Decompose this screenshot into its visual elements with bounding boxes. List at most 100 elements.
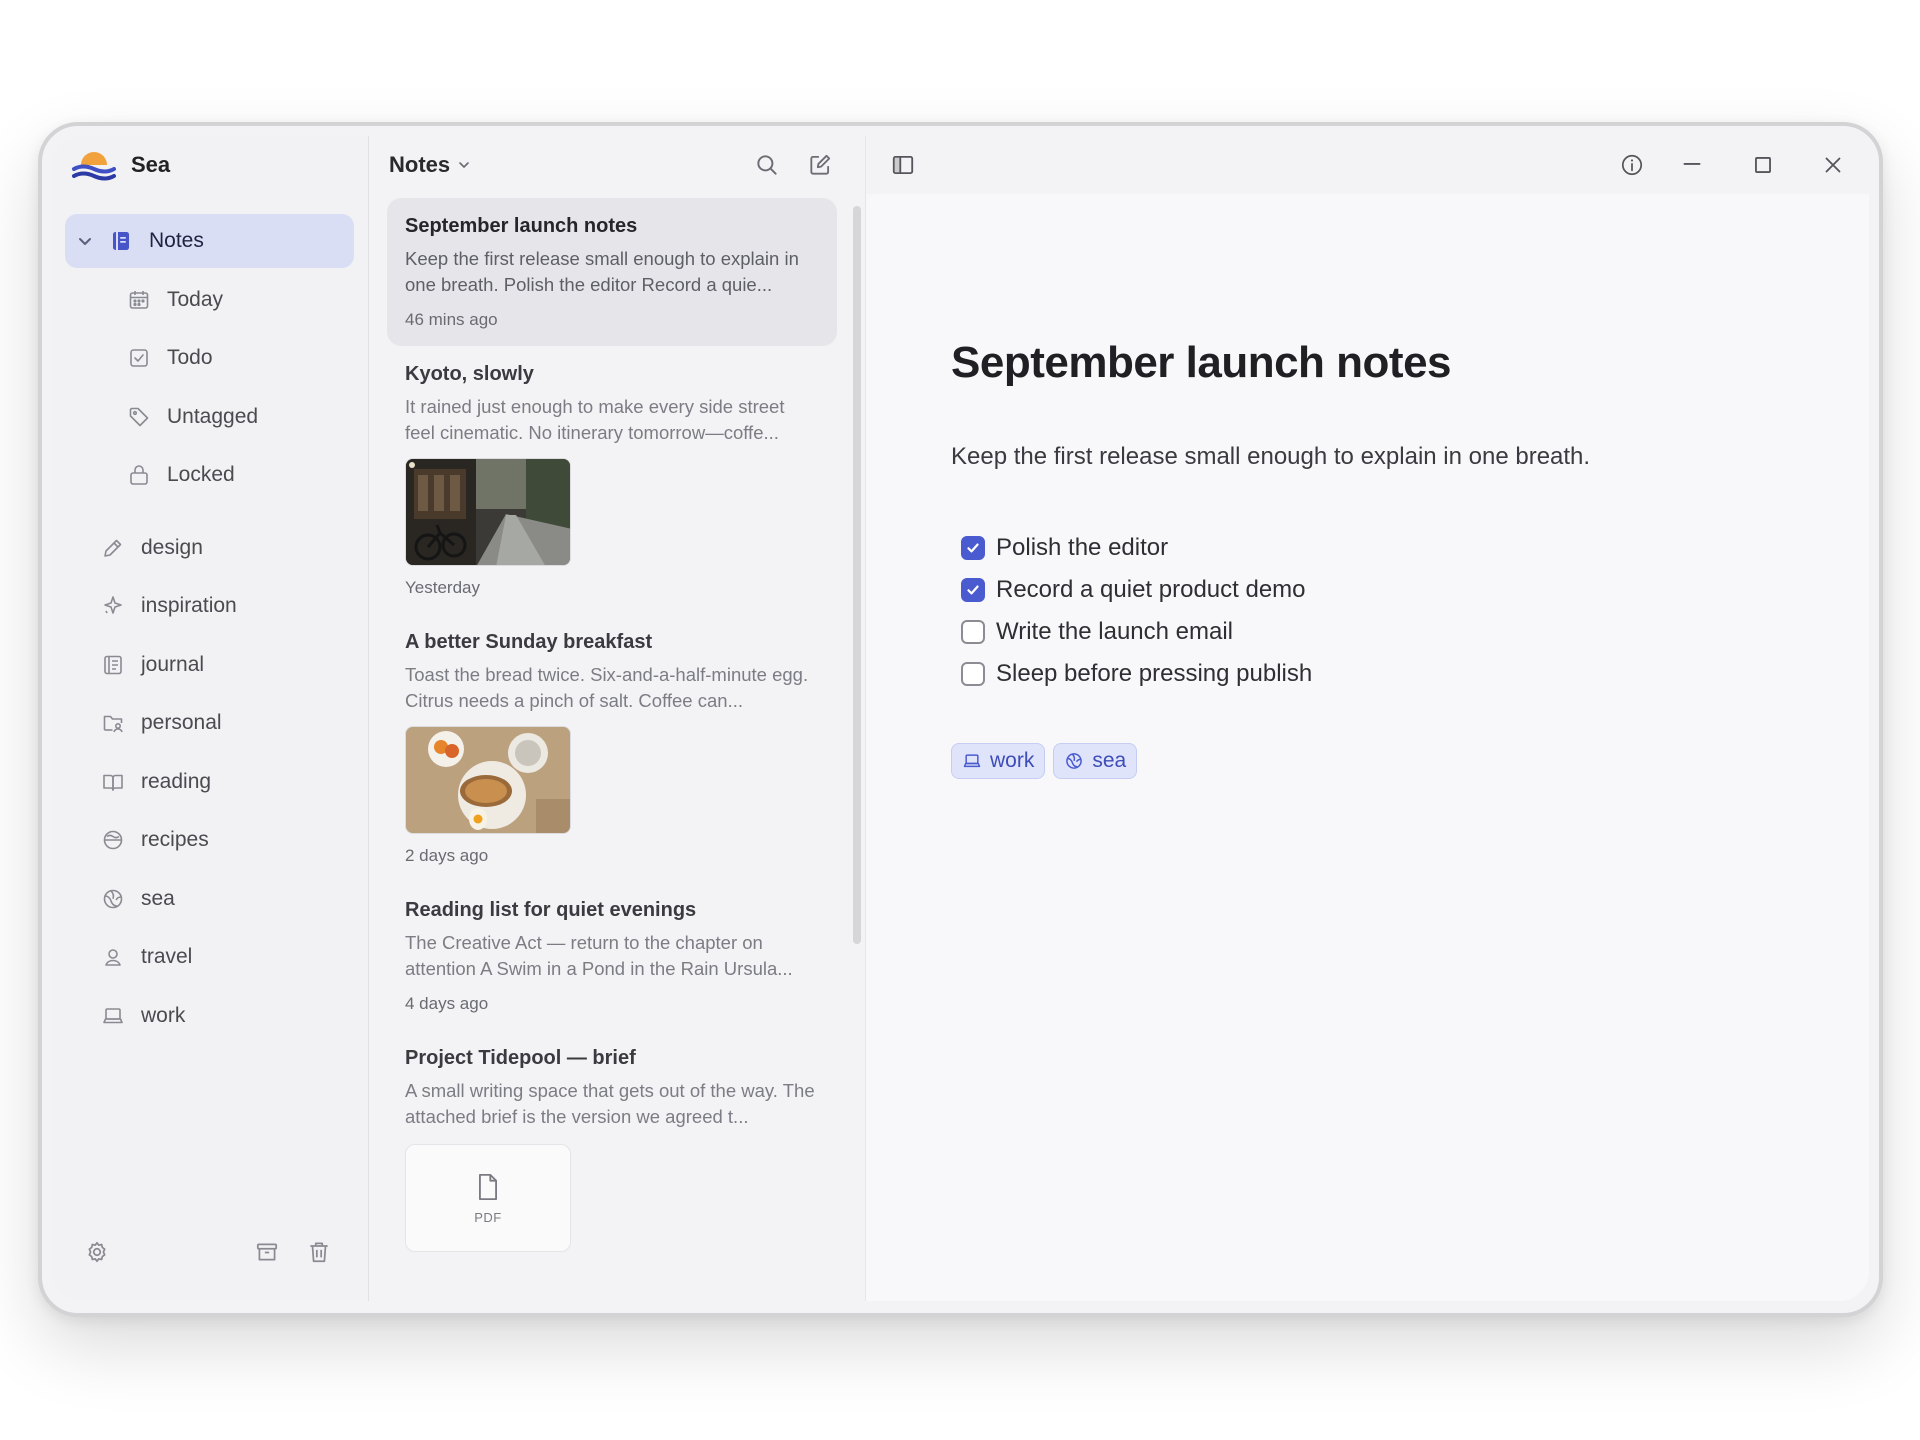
pin-icon	[101, 945, 125, 969]
note-paragraph[interactable]: Keep the first release small enough to e…	[951, 443, 1590, 471]
minimize-icon[interactable]	[1679, 152, 1705, 178]
app-window: Sea Notes Today Todo Untagged Locked des…	[51, 136, 1869, 1301]
sidebar-item-todo[interactable]: Todo	[65, 331, 354, 385]
checklist-item[interactable]: Sleep before pressing publish	[961, 653, 1312, 695]
note-list-item[interactable]: A better Sunday breakfast Toast the brea…	[387, 614, 837, 882]
sidebar-item-label: journal	[141, 652, 205, 676]
sea-logo-icon	[71, 145, 117, 185]
note-list-item[interactable]: September launch notes Keep the first re…	[387, 198, 837, 346]
trash-icon[interactable]	[306, 1239, 332, 1265]
note-snippet: It rained just enough to make every side…	[405, 396, 785, 443]
archive-icon[interactable]	[254, 1239, 280, 1265]
breakfast-photo	[405, 726, 571, 834]
sidebar-item-label: inspiration	[141, 594, 237, 617]
maximize-icon[interactable]	[1750, 152, 1776, 178]
book-icon	[101, 770, 125, 794]
note-list-panel: Notes September launch notes Keep the fi…	[369, 136, 866, 1301]
editor-body[interactable]: September launch notes Keep the first re…	[866, 194, 1869, 1301]
close-icon[interactable]	[1820, 152, 1846, 178]
toggle-sidebar-icon[interactable]	[890, 152, 916, 178]
checklist-item[interactable]: Write the launch email	[961, 611, 1312, 653]
checklist-item-label: Write the launch email	[996, 618, 1233, 645]
checklist-item[interactable]: Polish the editor	[961, 527, 1312, 569]
sidebar-item-label: sea	[141, 886, 175, 910]
sidebar-item-recipes[interactable]: recipes	[65, 813, 354, 867]
checkbox-checked[interactable]	[961, 578, 985, 602]
note-list-item[interactable]: Reading list for quiet evenings The Crea…	[387, 882, 837, 1030]
sidebar-item-today[interactable]: Today	[65, 273, 354, 327]
checkbox-checked[interactable]	[961, 536, 985, 560]
note-list-scrollbar[interactable]	[853, 206, 861, 944]
document-icon	[474, 1172, 502, 1202]
checkbox-unchecked[interactable]	[961, 620, 985, 644]
sidebar-item-reading[interactable]: reading	[65, 755, 354, 809]
sidebar-nav: Notes Today Todo Untagged Locked design …	[51, 194, 368, 1043]
note-snippet: A small writing space that gets out of t…	[405, 1080, 815, 1127]
sidebar-item-label: work	[141, 1003, 186, 1027]
app-name: Sea	[131, 152, 171, 177]
info-icon[interactable]	[1619, 152, 1645, 178]
sidebar-item-notes[interactable]: Notes	[65, 214, 354, 268]
globe-icon	[101, 887, 125, 911]
list-header: Notes	[369, 136, 865, 194]
pdf-attachment[interactable]: PDF	[405, 1144, 571, 1252]
note-time: Yesterday	[405, 578, 480, 597]
sidebar-item-sea[interactable]: sea	[65, 872, 354, 926]
sidebar-item-journal[interactable]: journal	[65, 638, 354, 692]
bowl-icon	[101, 828, 125, 852]
laptop-icon	[962, 751, 982, 771]
note-list-item[interactable]: Kyoto, slowly It rained just enough to m…	[387, 346, 837, 614]
sidebar-item-travel[interactable]: travel	[65, 930, 354, 984]
journal-icon	[101, 653, 125, 677]
note-title: Kyoto, slowly	[405, 363, 534, 385]
sidebar-item-inspiration[interactable]: inspiration	[65, 579, 354, 633]
sparkle-icon	[101, 594, 125, 618]
sidebar-item-label: Today	[167, 287, 224, 311]
editor-panel: September launch notes Keep the first re…	[866, 136, 1869, 1301]
checklist-item-label: Sleep before pressing publish	[996, 660, 1313, 687]
checkbox-unchecked[interactable]	[961, 662, 985, 686]
note-title: A better Sunday breakfast	[405, 631, 653, 653]
new-note-icon[interactable]	[807, 152, 833, 178]
editor-toolbar	[866, 136, 1869, 194]
note-snippet: The Creative Act — return to the chapter…	[405, 932, 793, 979]
sidebar-item-label: personal	[141, 711, 222, 734]
lock-icon	[127, 463, 151, 487]
calendar-icon	[127, 288, 151, 312]
sidebar-item-label: Notes	[149, 229, 204, 252]
list-title[interactable]: Notes	[389, 152, 450, 178]
sidebar: Sea Notes Today Todo Untagged Locked des…	[51, 136, 369, 1301]
sidebar-item-label: Untagged	[167, 404, 259, 428]
sidebar-item-work[interactable]: work	[65, 989, 354, 1043]
note-time: 2 days ago	[405, 846, 489, 865]
sidebar-item-untagged[interactable]: Untagged	[65, 390, 354, 444]
kyoto-street-photo	[405, 458, 571, 566]
sidebar-item-label: Todo	[167, 346, 213, 369]
checklist-item-label: Record a quiet product demo	[996, 576, 1306, 603]
sidebar-item-label: design	[141, 535, 203, 559]
chevron-down-icon[interactable]	[456, 157, 472, 173]
sidebar-footer	[51, 1239, 368, 1269]
note-list-item[interactable]: Project Tidepool — brief A small writing…	[387, 1030, 837, 1268]
sidebar-item-design[interactable]: design	[65, 521, 354, 575]
search-icon[interactable]	[754, 152, 780, 178]
note-snippet: Keep the first release small enough to e…	[405, 248, 799, 295]
note-title: Reading list for quiet evenings	[405, 899, 697, 921]
sidebar-item-locked[interactable]: Locked	[65, 448, 354, 502]
folder-user-icon	[101, 711, 125, 735]
chevron-down-icon[interactable]	[75, 231, 95, 251]
laptop-icon	[101, 1004, 125, 1028]
checklist: Polish the editor Record a quiet product…	[961, 527, 1312, 695]
settings-gear-icon[interactable]	[84, 1239, 110, 1265]
tag-chip-sea[interactable]: sea	[1053, 743, 1138, 779]
checklist-item[interactable]: Record a quiet product demo	[961, 569, 1312, 611]
tag-chip-label: sea	[1092, 749, 1127, 772]
sidebar-item-label: travel	[141, 945, 193, 968]
tag-chip-work[interactable]: work	[951, 743, 1046, 779]
sidebar-item-label: recipes	[141, 828, 209, 851]
note-heading[interactable]: September launch notes	[951, 338, 1452, 388]
note-list: September launch notes Keep the first re…	[387, 198, 837, 1268]
notebook-icon	[109, 229, 133, 253]
sidebar-item-personal[interactable]: personal	[65, 696, 354, 750]
checklist-item-label: Polish the editor	[996, 534, 1169, 561]
